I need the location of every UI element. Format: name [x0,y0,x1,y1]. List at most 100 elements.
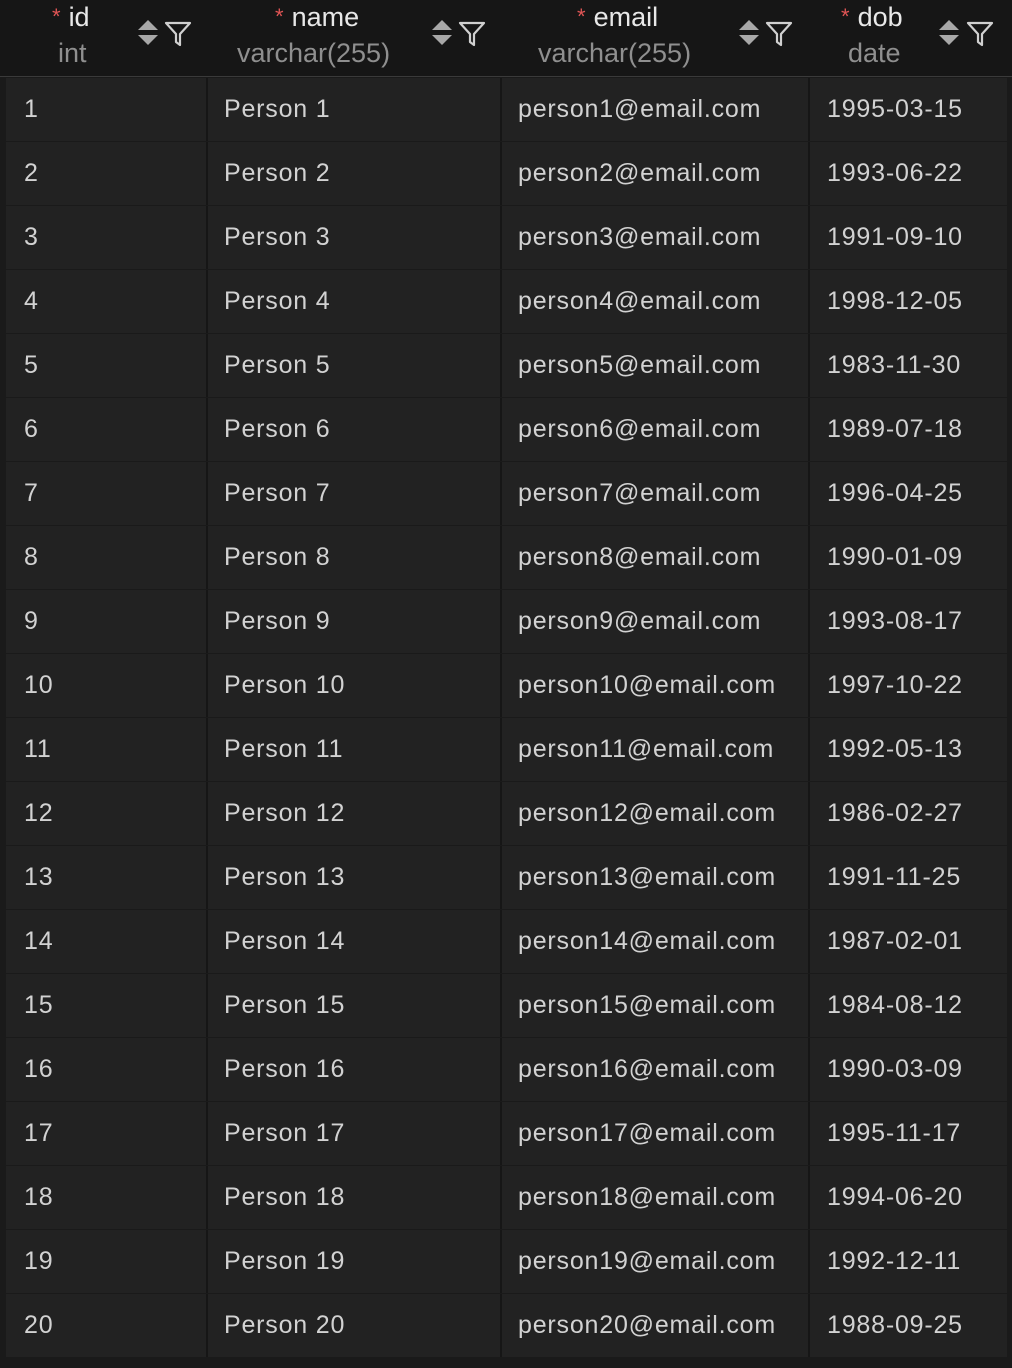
cell-name[interactable]: Person 7 [224,462,504,525]
cell-email[interactable]: person19@email.com [518,1230,818,1293]
table-row[interactable]: 12 Person 12 person12@email.com 1986-02-27 [6,782,1007,846]
cell-name[interactable]: Person 5 [224,334,504,397]
column-header-id[interactable]: * id int [0,0,206,76]
sort-up-down-icon[interactable] [738,18,760,48]
cell-dob[interactable]: 1996-04-25 [827,462,1007,525]
table-row[interactable]: 15 Person 15 person15@email.com 1984-08-12 [6,974,1007,1038]
cell-name[interactable]: Person 16 [224,1038,504,1101]
cell-email[interactable]: person10@email.com [518,654,818,717]
cell-dob[interactable]: 1987-02-01 [827,910,1007,973]
cell-email[interactable]: person11@email.com [518,718,818,781]
cell-email[interactable]: person9@email.com [518,590,818,653]
column-header-email[interactable]: * email varchar(255) [500,0,808,76]
cell-dob[interactable]: 1983-11-30 [827,334,1007,397]
cell-email[interactable]: person6@email.com [518,398,818,461]
cell-email[interactable]: person17@email.com [518,1102,818,1165]
cell-dob[interactable]: 1991-11-25 [827,846,1007,909]
cell-dob[interactable]: 1989-07-18 [827,398,1007,461]
cell-dob[interactable]: 1991-09-10 [827,206,1007,269]
cell-email[interactable]: person15@email.com [518,974,818,1037]
cell-email[interactable]: person7@email.com [518,462,818,525]
cell-id[interactable]: 17 [24,1102,204,1165]
cell-dob[interactable]: 1984-08-12 [827,974,1007,1037]
cell-email[interactable]: person4@email.com [518,270,818,333]
cell-id[interactable]: 15 [24,974,204,1037]
cell-email[interactable]: person1@email.com [518,78,818,141]
table-row[interactable]: 11 Person 11 person11@email.com 1992-05-13 [6,718,1007,782]
table-row[interactable]: 4 Person 4 person4@email.com 1998-12-05 [6,270,1007,334]
table-row[interactable]: 13 Person 13 person13@email.com 1991-11-25 [6,846,1007,910]
cell-email[interactable]: person13@email.com [518,846,818,909]
cell-name[interactable]: Person 14 [224,910,504,973]
table-row[interactable]: 10 Person 10 person10@email.com 1997-10-22 [6,654,1007,718]
cell-dob[interactable]: 1995-11-17 [827,1102,1007,1165]
cell-email[interactable]: person14@email.com [518,910,818,973]
cell-id[interactable]: 2 [24,142,204,205]
cell-name[interactable]: Person 4 [224,270,504,333]
filter-funnel-icon[interactable] [966,20,994,48]
sort-up-down-icon[interactable] [137,18,159,48]
cell-email[interactable]: person20@email.com [518,1294,818,1357]
cell-name[interactable]: Person 15 [224,974,504,1037]
table-row[interactable]: 17 Person 17 person17@email.com 1995-11-17 [6,1102,1007,1166]
cell-email[interactable]: person16@email.com [518,1038,818,1101]
cell-name[interactable]: Person 2 [224,142,504,205]
cell-dob[interactable]: 1993-06-22 [827,142,1007,205]
table-row[interactable]: 9 Person 9 person9@email.com 1993-08-17 [6,590,1007,654]
cell-name[interactable]: Person 19 [224,1230,504,1293]
table-row[interactable]: 16 Person 16 person16@email.com 1990-03-09 [6,1038,1007,1102]
cell-name[interactable]: Person 13 [224,846,504,909]
cell-email[interactable]: person8@email.com [518,526,818,589]
table-row[interactable]: 6 Person 6 person6@email.com 1989-07-18 [6,398,1007,462]
cell-id[interactable]: 10 [24,654,204,717]
cell-dob[interactable]: 1992-12-11 [827,1230,1007,1293]
table-row[interactable]: 20 Person 20 person20@email.com 1988-09-25 [6,1294,1007,1358]
sort-up-down-icon[interactable] [431,18,453,48]
cell-name[interactable]: Person 20 [224,1294,504,1357]
cell-email[interactable]: person3@email.com [518,206,818,269]
cell-email[interactable]: person18@email.com [518,1166,818,1229]
table-row[interactable]: 5 Person 5 person5@email.com 1983-11-30 [6,334,1007,398]
cell-dob[interactable]: 1997-10-22 [827,654,1007,717]
table-row[interactable]: 2 Person 2 person2@email.com 1993-06-22 [6,142,1007,206]
cell-dob[interactable]: 1990-03-09 [827,1038,1007,1101]
filter-funnel-icon[interactable] [765,20,793,48]
table-row[interactable]: 7 Person 7 person7@email.com 1996-04-25 [6,462,1007,526]
table-row[interactable]: 8 Person 8 person8@email.com 1990-01-09 [6,526,1007,590]
cell-id[interactable]: 4 [24,270,204,333]
cell-id[interactable]: 12 [24,782,204,845]
cell-name[interactable]: Person 3 [224,206,504,269]
cell-id[interactable]: 13 [24,846,204,909]
cell-name[interactable]: Person 8 [224,526,504,589]
cell-email[interactable]: person2@email.com [518,142,818,205]
cell-id[interactable]: 5 [24,334,204,397]
cell-id[interactable]: 9 [24,590,204,653]
cell-name[interactable]: Person 17 [224,1102,504,1165]
cell-dob[interactable]: 1990-01-09 [827,526,1007,589]
cell-name[interactable]: Person 6 [224,398,504,461]
cell-id[interactable]: 20 [24,1294,204,1357]
cell-name[interactable]: Person 12 [224,782,504,845]
filter-funnel-icon[interactable] [458,20,486,48]
cell-id[interactable]: 19 [24,1230,204,1293]
cell-dob[interactable]: 1988-09-25 [827,1294,1007,1357]
cell-dob[interactable]: 1986-02-27 [827,782,1007,845]
filter-funnel-icon[interactable] [164,20,192,48]
table-row[interactable]: 18 Person 18 person18@email.com 1994-06-20 [6,1166,1007,1230]
cell-dob[interactable]: 1992-05-13 [827,718,1007,781]
cell-dob[interactable]: 1995-03-15 [827,78,1007,141]
cell-name[interactable]: Person 9 [224,590,504,653]
cell-id[interactable]: 11 [24,718,204,781]
table-row[interactable]: 1 Person 1 person1@email.com 1995-03-15 [6,78,1007,142]
cell-email[interactable]: person5@email.com [518,334,818,397]
cell-id[interactable]: 3 [24,206,204,269]
cell-id[interactable]: 16 [24,1038,204,1101]
cell-id[interactable]: 1 [24,78,204,141]
cell-id[interactable]: 18 [24,1166,204,1229]
cell-id[interactable]: 7 [24,462,204,525]
column-header-name[interactable]: * name varchar(255) [206,0,500,76]
table-row[interactable]: 19 Person 19 person19@email.com 1992-12-11 [6,1230,1007,1294]
table-row[interactable]: 3 Person 3 person3@email.com 1991-09-10 [6,206,1007,270]
cell-dob[interactable]: 1998-12-05 [827,270,1007,333]
cell-name[interactable]: Person 18 [224,1166,504,1229]
